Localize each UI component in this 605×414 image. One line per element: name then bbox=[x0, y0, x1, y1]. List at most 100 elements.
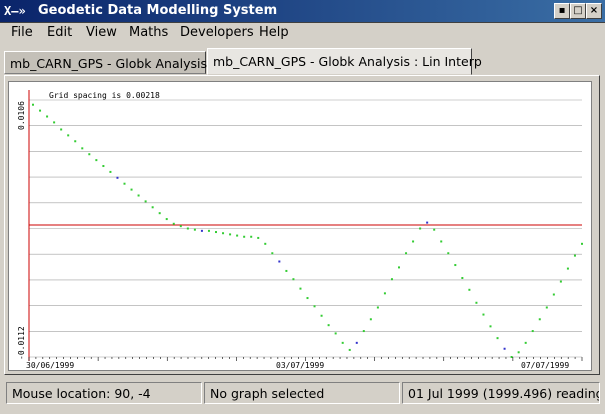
title-bar: X—» Geodetic Data Modelling System ▪ □ × bbox=[0, 0, 605, 23]
close-button[interactable]: × bbox=[586, 3, 602, 19]
data-point bbox=[405, 252, 408, 255]
maximize-button[interactable]: □ bbox=[570, 3, 586, 19]
data-point bbox=[369, 318, 372, 321]
data-point bbox=[538, 318, 541, 321]
data-point bbox=[278, 260, 281, 263]
data-point bbox=[412, 240, 415, 243]
data-point bbox=[130, 188, 133, 191]
x-label-start: 30/06/1999 bbox=[26, 361, 74, 370]
data-point bbox=[60, 128, 63, 131]
menu-view[interactable]: View bbox=[86, 25, 117, 41]
data-point bbox=[475, 301, 478, 304]
data-point bbox=[398, 266, 400, 269]
data-point bbox=[179, 225, 182, 228]
data-point bbox=[292, 278, 295, 281]
data-point bbox=[426, 221, 429, 224]
status-bar: Mouse location: 90, -4 No graph selected… bbox=[0, 382, 605, 406]
data-point bbox=[222, 232, 225, 235]
data-point bbox=[186, 227, 189, 230]
data-point bbox=[383, 292, 386, 295]
data-point bbox=[566, 267, 569, 270]
data-point bbox=[81, 147, 84, 150]
data-point bbox=[215, 231, 217, 234]
app-icon[interactable]: X—» bbox=[4, 3, 30, 19]
y-bottom-label: -0.0112 bbox=[17, 326, 26, 360]
data-points bbox=[32, 103, 583, 358]
data-point bbox=[285, 269, 288, 272]
data-point bbox=[327, 324, 330, 327]
data-point bbox=[524, 341, 527, 344]
data-point bbox=[95, 159, 98, 162]
status-reading: 01 Jul 1999 (1999.496) reading 0. bbox=[402, 382, 600, 404]
data-point bbox=[482, 313, 485, 316]
data-point bbox=[257, 236, 260, 239]
tab-globk-analysis[interactable]: mb_CARN_GPS - Globk Analysis bbox=[4, 51, 207, 74]
data-point bbox=[348, 348, 351, 351]
data-point bbox=[116, 176, 119, 179]
data-point bbox=[271, 252, 274, 255]
data-point bbox=[250, 235, 253, 238]
data-point bbox=[264, 242, 267, 245]
data-point bbox=[207, 229, 210, 232]
data-point bbox=[158, 212, 161, 215]
x-label-middle: 03/07/1999 bbox=[276, 361, 324, 370]
data-point bbox=[165, 218, 168, 221]
menu-maths[interactable]: Maths bbox=[129, 25, 168, 41]
data-point bbox=[355, 341, 358, 344]
data-point bbox=[102, 165, 105, 168]
data-point bbox=[489, 325, 492, 328]
data-point bbox=[109, 170, 112, 173]
data-point bbox=[46, 115, 49, 118]
data-point bbox=[390, 278, 393, 281]
data-point bbox=[39, 109, 42, 112]
data-point bbox=[573, 254, 576, 257]
data-point bbox=[67, 134, 70, 137]
data-point bbox=[123, 182, 126, 185]
data-point bbox=[510, 356, 513, 358]
data-point bbox=[376, 306, 379, 309]
data-point bbox=[362, 330, 365, 333]
data-point bbox=[419, 227, 422, 230]
status-graph-selection: No graph selected bbox=[204, 382, 400, 404]
data-point bbox=[559, 280, 562, 283]
data-point bbox=[531, 330, 534, 333]
grid-spacing-annotation: Grid spacing is 0.00218 bbox=[49, 91, 160, 100]
data-point bbox=[433, 228, 436, 231]
status-mouse-location: Mouse location: 90, -4 bbox=[6, 382, 202, 404]
tab-globk-lin-interp[interactable]: mb_CARN_GPS - Globk Analysis : Lin Inter… bbox=[207, 48, 482, 75]
data-point bbox=[440, 240, 443, 243]
data-point bbox=[74, 140, 77, 143]
data-point bbox=[496, 337, 499, 340]
data-point bbox=[320, 314, 323, 317]
minimize-button[interactable]: ▪ bbox=[554, 3, 570, 19]
menu-file[interactable]: File bbox=[11, 25, 33, 41]
data-point bbox=[341, 341, 344, 344]
data-point bbox=[313, 305, 316, 308]
window-title: Geodetic Data Modelling System bbox=[38, 3, 278, 18]
y-top-label: 0.0106 bbox=[17, 101, 26, 130]
data-point bbox=[517, 351, 520, 354]
data-point bbox=[53, 121, 56, 124]
data-point bbox=[243, 235, 246, 238]
data-point bbox=[306, 297, 309, 300]
data-point bbox=[299, 287, 302, 290]
grid-lines bbox=[29, 99, 582, 358]
tab-bar: mb_CARN_GPS - Globk Analysis mb_CARN_GPS… bbox=[0, 47, 605, 75]
data-point bbox=[151, 206, 154, 209]
menu-bar: File Edit View Maths Developers Help bbox=[0, 23, 605, 43]
data-point bbox=[545, 306, 548, 309]
scatter-plot[interactable]: Grid spacing is 0.00218 0.0106 -0.0112 3… bbox=[9, 82, 591, 370]
plot-area[interactable]: Grid spacing is 0.00218 0.0106 -0.0112 3… bbox=[8, 81, 592, 371]
data-point bbox=[137, 194, 140, 197]
data-point bbox=[334, 332, 337, 335]
data-point bbox=[172, 222, 175, 225]
menu-developers[interactable]: Developers bbox=[180, 25, 254, 41]
data-point bbox=[88, 153, 91, 156]
data-point bbox=[552, 293, 555, 296]
data-point bbox=[461, 277, 464, 280]
data-point bbox=[447, 252, 450, 255]
data-point bbox=[503, 347, 506, 350]
menu-edit[interactable]: Edit bbox=[47, 25, 72, 41]
menu-help[interactable]: Help bbox=[259, 25, 289, 41]
data-point bbox=[200, 229, 203, 232]
